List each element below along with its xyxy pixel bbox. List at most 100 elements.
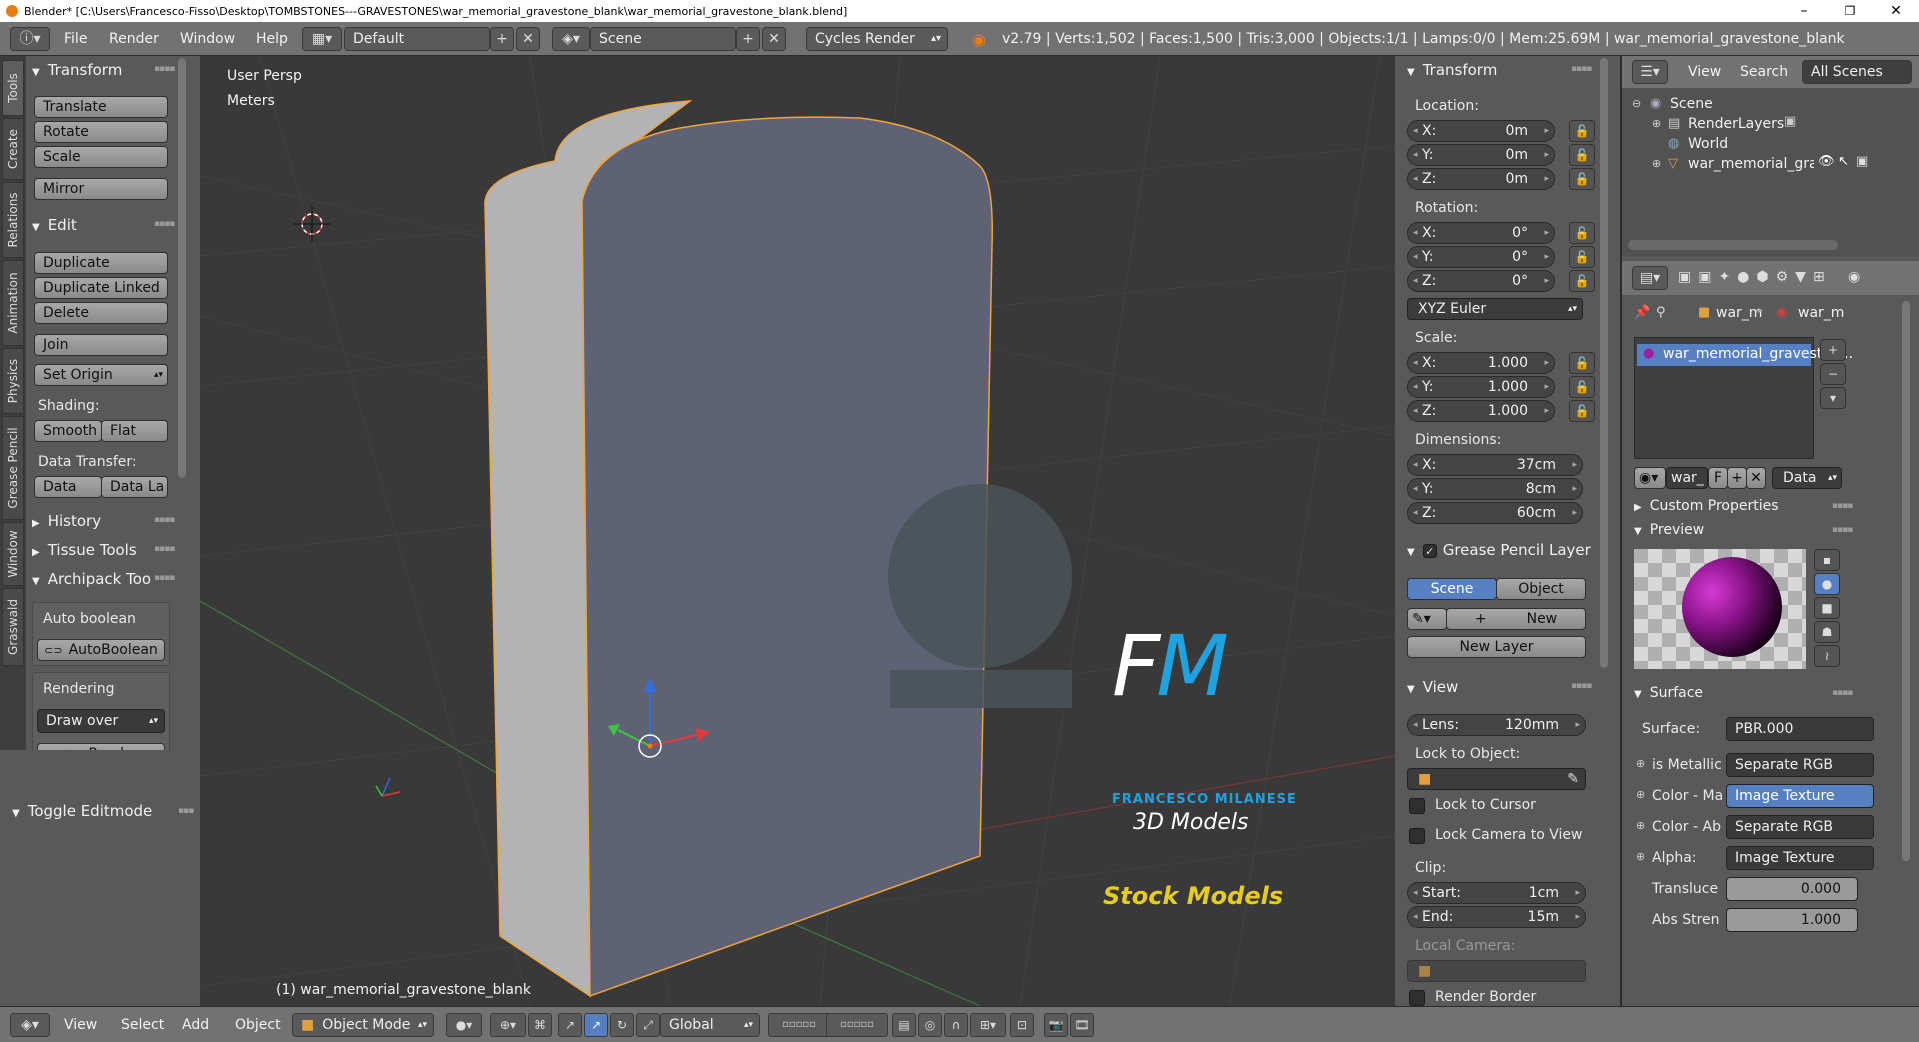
render-still-icon[interactable]: 📷 <box>1044 1013 1068 1037</box>
material-slot-list[interactable]: ● war_memorial_graveston... <box>1634 337 1853 459</box>
outliner-search-menu[interactable]: Search <box>1740 64 1788 80</box>
render-engine-select[interactable]: Cycles Render ▴▾ <box>806 27 948 51</box>
snap-element-icon[interactable]: ⊞▾ <box>970 1013 1006 1037</box>
scale-manipulator-icon[interactable]: ⤢ <box>636 1013 660 1037</box>
join-button[interactable]: Join <box>34 334 168 356</box>
remove-scene-icon[interactable]: ✕ <box>762 27 786 51</box>
pencil-icon[interactable]: ✎▾ <box>1407 608 1447 630</box>
lock-to-cursor-checkbox[interactable] <box>1409 798 1425 814</box>
layers-grid-2-icon[interactable]: ▫▫▫▫▫ <box>826 1013 888 1037</box>
screen-layout-icon[interactable]: ▦▾ <box>302 27 342 51</box>
archipack-panel-header[interactable]: ▼ Archipack Too <box>32 570 151 588</box>
rotate-manipulator-icon[interactable]: ↻ <box>610 1013 634 1037</box>
drag-grip-icon[interactable]: ▪▪▪▪ <box>1571 681 1592 691</box>
lock-icon[interactable]: 🔓 <box>1569 222 1595 244</box>
screen-layout-field[interactable]: Default <box>344 27 490 51</box>
viewport-canvas[interactable] <box>200 56 1395 1006</box>
scale-x-field[interactable]: ◂ X: 1.000 ▸ <box>1407 352 1555 374</box>
lock-icon[interactable]: 🔓 <box>1569 168 1595 190</box>
viewport-shading-icon[interactable]: ●▾ <box>446 1013 482 1037</box>
drag-grip-icon[interactable]: ▪▪▪▪ <box>154 573 175 583</box>
expand-plus-icon[interactable]: ⊕ <box>1636 788 1645 801</box>
outliner-object[interactable]: war_memorial_gravest <box>1688 156 1814 172</box>
data-transfer-button[interactable]: Data <box>34 476 102 498</box>
expand-plus-icon[interactable]: ⊕ <box>1652 117 1661 130</box>
add-layout-icon[interactable]: + <box>490 27 514 51</box>
preview-header[interactable]: ▼ Preview <box>1634 522 1704 538</box>
lock-icon[interactable]: 🔓 <box>1569 246 1595 268</box>
tab-animation[interactable]: Animation <box>2 260 24 346</box>
dimension-z-field[interactable]: ◂ Z: 60cm ▸ <box>1407 502 1583 524</box>
transform-panel-header[interactable]: ▼ Transform <box>32 61 122 79</box>
translate-button[interactable]: Translate <box>34 96 168 118</box>
expand-plus-icon[interactable]: ⊕ <box>1636 850 1645 863</box>
local-camera-field[interactable]: ■ <box>1407 960 1586 982</box>
tab-tools[interactable]: Tools <box>2 60 24 116</box>
clip-end-field[interactable]: ◂ End: 15m ▸ <box>1407 906 1586 928</box>
editor-type-3dview-icon[interactable]: ◈▾ <box>10 1013 50 1037</box>
autoboolean-button[interactable]: ⊂⊃ AutoBoolean <box>37 639 165 661</box>
fake-user-button[interactable]: F <box>1708 467 1728 489</box>
rotation-mode-select[interactable]: XYZ Euler ▴▾ <box>1407 298 1583 320</box>
gp-object-toggle[interactable]: Object <box>1496 578 1586 600</box>
dimension-y-field[interactable]: ◂ Y: 8cm ▸ <box>1407 478 1583 500</box>
context-tabs-icon[interactable]: ▣▣✦●⬢⚙▼⊞ <box>1678 269 1832 285</box>
maximize-button[interactable]: ❐ <box>1827 0 1873 22</box>
preview-cube-icon[interactable]: ■ <box>1814 597 1840 619</box>
lock-icon[interactable]: 🔓 <box>1569 144 1595 166</box>
menu-help[interactable]: Help <box>256 31 288 47</box>
menu-window[interactable]: Window <box>180 31 235 47</box>
drag-grip-icon[interactable]: ▪▪▪▪ <box>1832 501 1853 511</box>
remove-layout-icon[interactable]: ✕ <box>516 27 540 51</box>
tab-create[interactable]: Create <box>2 118 24 180</box>
menu-add[interactable]: Add <box>182 1017 209 1033</box>
scale-z-field[interactable]: ◂ Z: 1.000 ▸ <box>1407 400 1555 422</box>
outliner-view-menu[interactable]: View <box>1688 64 1721 80</box>
outliner-world[interactable]: World <box>1688 136 1728 152</box>
proportional-edit-icon[interactable]: ◎ <box>918 1013 942 1037</box>
scene-selector-icon[interactable]: ◈▾ <box>552 27 590 51</box>
gp-scene-toggle[interactable]: Scene <box>1407 578 1497 600</box>
smooth-button[interactable]: Smooth <box>34 420 102 442</box>
input-color-ab-select[interactable]: Separate RGB <box>1726 815 1874 839</box>
duplicate-button[interactable]: Duplicate <box>34 252 168 274</box>
custom-properties-header[interactable]: ▶ Custom Properties <box>1634 498 1779 514</box>
history-panel-header[interactable]: ▶ History <box>32 512 101 530</box>
eye-icon[interactable]: 👁 <box>1818 154 1835 169</box>
render-border-checkbox[interactable] <box>1409 990 1425 1006</box>
edit-panel-header[interactable]: ▼ Edit <box>32 216 77 234</box>
scale-button[interactable]: Scale <box>34 146 168 168</box>
location-y-field[interactable]: ◂ Y: 0m ▸ <box>1407 144 1555 166</box>
material-link-select[interactable]: Data ▴▾ <box>1772 467 1842 489</box>
render-layer-icon[interactable]: ▣ <box>1784 114 1796 129</box>
preview-plane-icon[interactable]: ▪ <box>1814 549 1840 571</box>
toggle-editmode-header[interactable]: ▼ Toggle Editmode <box>12 802 152 820</box>
tab-window[interactable]: Window <box>2 522 24 586</box>
preview-monkey-icon[interactable]: ☗ <box>1814 621 1840 643</box>
minimize-button[interactable]: – <box>1781 0 1827 22</box>
input-color-ma-select[interactable]: Image Texture <box>1726 784 1874 808</box>
scene-field[interactable]: Scene <box>590 27 736 51</box>
drag-grip-icon[interactable]: ▪▪▪▪ <box>154 219 175 229</box>
pivot-point-icon[interactable]: ⊕▾ <box>490 1013 526 1037</box>
menu-render[interactable]: Render <box>109 31 159 47</box>
slot-specials-icon[interactable]: ▾ <box>1820 387 1846 409</box>
input-alpha-select[interactable]: Image Texture <box>1726 846 1874 870</box>
add-slot-icon[interactable]: + <box>1820 339 1846 361</box>
expand-plus-icon[interactable]: ⊕ <box>1652 157 1661 170</box>
rotation-x-field[interactable]: ◂ X: 0° ▸ <box>1407 222 1555 244</box>
gp-new-layer-button[interactable]: New Layer <box>1407 636 1586 658</box>
menu-object[interactable]: Object <box>235 1017 281 1033</box>
tab-relations[interactable]: Relations <box>2 182 24 258</box>
editor-type-properties-icon[interactable]: ▤▾ <box>1632 266 1668 290</box>
outliner-filter-select[interactable]: All Scenes <box>1802 60 1912 84</box>
menu-view[interactable]: View <box>64 1017 97 1033</box>
location-x-field[interactable]: ◂ X: 0m ▸ <box>1407 120 1555 142</box>
properties-scrollbar[interactable] <box>1902 301 1910 861</box>
preview-hair-icon[interactable]: ≀ <box>1814 645 1840 667</box>
set-origin-select[interactable]: Set Origin ▴▾ <box>34 364 168 386</box>
clip-start-field[interactable]: ◂ Start: 1cm ▸ <box>1407 882 1586 904</box>
material-name-field[interactable]: war_ <box>1666 467 1708 489</box>
menu-file[interactable]: File <box>64 31 87 47</box>
drag-grip-icon[interactable]: ▪▪▪▪ <box>154 544 175 554</box>
